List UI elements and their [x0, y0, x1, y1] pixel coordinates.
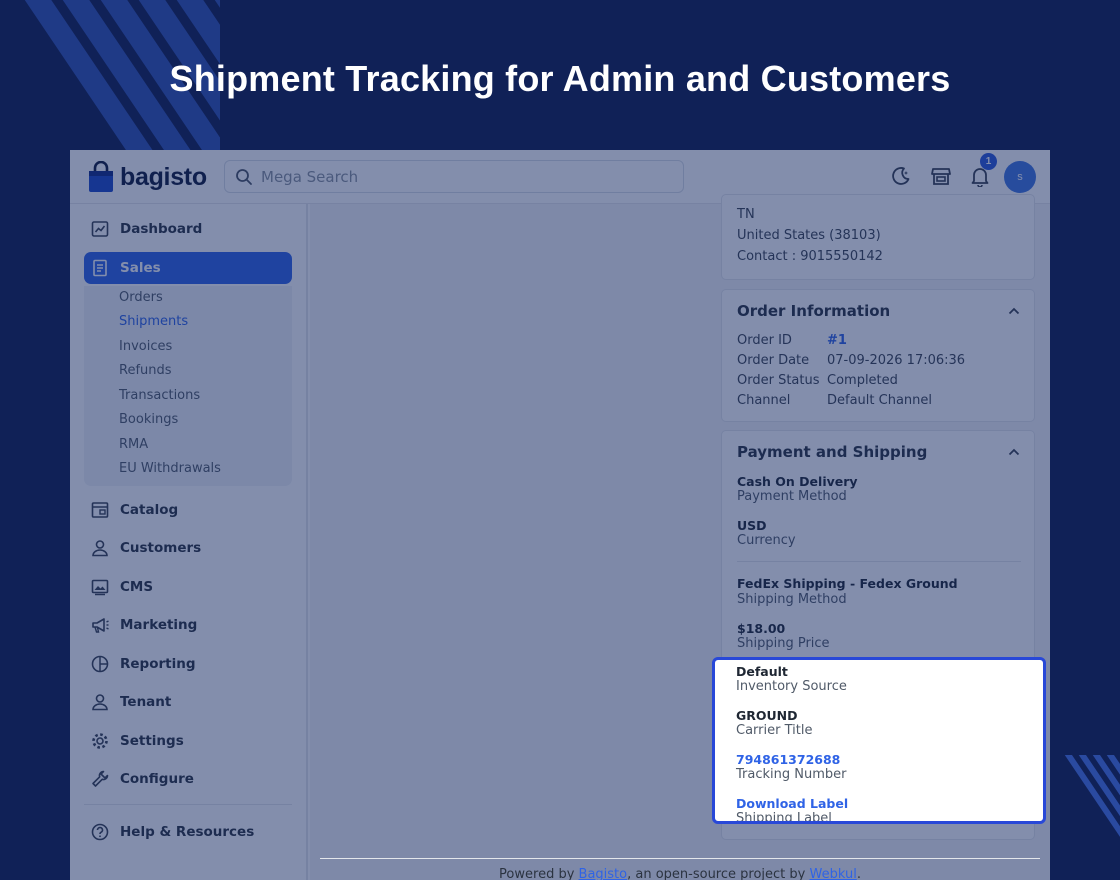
payment-method-label: Payment Method	[737, 489, 847, 504]
address-card: TN United States (38103) Contact : 90155…	[721, 194, 1035, 280]
sidebar-subitem-orders[interactable]: Orders	[119, 290, 163, 305]
bagisto-link[interactable]: Bagisto	[579, 867, 628, 880]
search-icon	[236, 168, 252, 185]
address-state: TN	[737, 207, 755, 222]
order-status-value: Completed	[827, 373, 898, 388]
logo-text: bagisto	[120, 162, 207, 191]
configure-wrench-icon	[92, 770, 109, 787]
shipping-method-value: FedEx Shipping - Fedex Ground	[737, 576, 958, 591]
sales-submenu: Orders Shipments Invoices Refunds Transa…	[84, 286, 292, 486]
address-country: United States (38103)	[737, 228, 881, 243]
sidebar-item-sales[interactable]: Sales	[84, 252, 292, 284]
user-avatar[interactable]: s	[1004, 161, 1036, 193]
sidebar-subitem-refunds[interactable]: Refunds	[119, 363, 172, 378]
inventory-source-value: Default	[736, 664, 788, 679]
sidebar-item-configure[interactable]: Configure	[84, 763, 292, 795]
tenant-icon	[92, 694, 108, 711]
sidebar-subitem-rma[interactable]: RMA	[119, 437, 148, 452]
reporting-pie-icon	[91, 655, 109, 673]
chevron-up-icon[interactable]	[1007, 445, 1021, 459]
carrier-title-value: GROUND	[736, 708, 798, 723]
sidebar-divider	[84, 804, 292, 805]
shipping-method-label: Shipping Method	[737, 592, 847, 607]
sidebar-subitem-eu-withdrawals[interactable]: EU Withdrawals	[119, 461, 221, 476]
currency-label: Currency	[737, 533, 796, 548]
sidebar-item-settings[interactable]: Settings	[84, 725, 292, 757]
inventory-source-label: Inventory Source	[736, 679, 847, 694]
order-id-label: Order ID	[737, 333, 792, 348]
tracking-number-label: Tracking Number	[736, 767, 847, 782]
sidebar-navigation: Dashboard Sales Orders Shipments Invoice…	[70, 204, 308, 880]
shipping-price-label: Shipping Price	[737, 636, 830, 651]
catalog-icon	[91, 502, 109, 518]
order-date-value: 07-09-2026 17:06:36	[827, 353, 966, 368]
sidebar-subitem-transactions[interactable]: Transactions	[119, 388, 200, 403]
shopping-bag-logo-icon	[89, 161, 113, 192]
sidebar-item-dashboard[interactable]: Dashboard	[84, 213, 292, 245]
dashboard-icon	[91, 221, 109, 237]
search-input[interactable]	[261, 167, 661, 186]
currency-value: USD	[737, 518, 767, 533]
help-question-icon	[91, 823, 109, 841]
app-window: bagisto 1 s Dashboard	[70, 150, 1050, 880]
payment-shipping-title: Payment and Shipping	[737, 443, 928, 461]
mega-search-box[interactable]	[224, 160, 684, 193]
customers-icon	[92, 540, 108, 557]
sidebar-item-help-resources[interactable]: Help & Resources	[84, 816, 292, 848]
sidebar-subitem-invoices[interactable]: Invoices	[119, 339, 172, 354]
shipping-label-label: Shipping Label	[736, 811, 832, 824]
shipping-price-value: $18.00	[737, 621, 786, 636]
shipment-tracking-highlight: Default Inventory Source GROUND Carrier …	[712, 657, 1046, 824]
payment-method-value: Cash On Delivery	[737, 474, 858, 489]
sidebar-item-cms[interactable]: CMS	[84, 571, 292, 603]
bagisto-logo[interactable]: bagisto	[88, 160, 207, 194]
sidebar-item-catalog[interactable]: Catalog	[84, 494, 292, 526]
sidebar-item-reporting[interactable]: Reporting	[84, 648, 292, 680]
download-label-link[interactable]: Download Label	[736, 796, 848, 811]
address-contact: Contact : 9015550142	[737, 249, 883, 264]
sidebar-item-customers[interactable]: Customers	[84, 532, 292, 564]
page-footer: Powered by Bagisto, an open-source proje…	[320, 858, 1040, 880]
webkul-link[interactable]: Webkul	[809, 867, 856, 880]
channel-value: Default Channel	[827, 393, 933, 408]
marketing-megaphone-icon	[92, 618, 109, 633]
section-divider	[737, 561, 1021, 562]
chevron-up-icon[interactable]	[1007, 304, 1021, 318]
sidebar-item-marketing[interactable]: Marketing	[84, 609, 292, 641]
order-id-link[interactable]: #1	[827, 333, 847, 348]
sidebar-subitem-shipments[interactable]: Shipments	[119, 314, 188, 329]
notification-count-badge: 1	[980, 153, 997, 170]
channel-label: Channel	[737, 393, 791, 408]
decorative-stripes-bottom-right	[1048, 755, 1120, 845]
promo-headline: Shipment Tracking for Admin and Customer…	[169, 58, 951, 99]
order-information-title: Order Information	[737, 302, 891, 320]
cms-icon	[91, 579, 109, 596]
storefront-icon[interactable]	[930, 165, 952, 187]
dark-mode-moon-icon[interactable]	[890, 165, 912, 187]
sidebar-subitem-bookings[interactable]: Bookings	[119, 412, 178, 427]
order-information-card: Order Information Order ID #1 Order Date…	[721, 289, 1035, 422]
sales-icon	[93, 259, 107, 277]
order-status-label: Order Status	[737, 373, 820, 388]
settings-gear-icon	[92, 733, 108, 749]
order-date-label: Order Date	[737, 353, 810, 368]
tracking-number-link[interactable]: 794861372688	[736, 752, 840, 767]
sidebar-item-tenant[interactable]: Tenant	[84, 686, 292, 718]
carrier-title-label: Carrier Title	[736, 723, 813, 738]
